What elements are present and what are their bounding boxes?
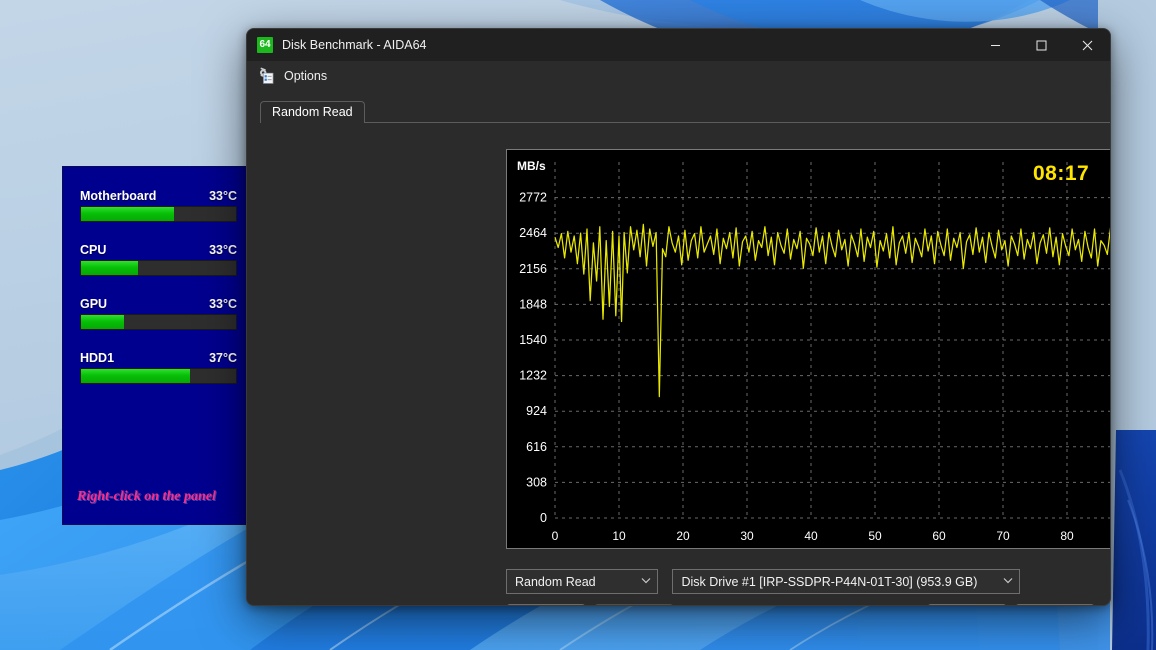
sensor-name: HDD1: [80, 351, 115, 365]
sensor-row: GPU 33°C: [80, 297, 237, 330]
start-button[interactable]: Start: [506, 604, 586, 605]
benchmark-mode-value: Random Read: [515, 574, 596, 589]
svg-text:20: 20: [676, 529, 690, 543]
chevron-down-icon: [1003, 576, 1013, 587]
sensor-bar-fill: [81, 261, 139, 275]
sensor-row: HDD1 37°C: [80, 351, 237, 384]
sensor-bar-fill: [81, 369, 190, 383]
sensor-bar-fill: [81, 315, 125, 329]
benchmark-chart: 0 308 616 924 1232 1540 1848 2156 2464 2772 0 10 20…: [506, 149, 1110, 549]
close-button[interactable]: [1064, 29, 1110, 61]
sensor-row: Motherboard 33°C: [80, 189, 237, 222]
sensor-value: 37°C: [209, 351, 237, 365]
sensor-bar: [80, 206, 237, 222]
svg-text:30: 30: [740, 529, 754, 543]
tab-random-read[interactable]: Random Read: [260, 101, 365, 123]
options-gear-icon: [257, 67, 275, 85]
svg-text:80: 80: [1060, 529, 1074, 543]
sensor-bar: [80, 260, 237, 276]
chevron-down-icon: [641, 576, 651, 587]
svg-text:0: 0: [540, 511, 547, 525]
window-titlebar[interactable]: 64 Disk Benchmark - AIDA64: [247, 29, 1110, 61]
svg-text:1232: 1232: [519, 369, 547, 383]
svg-text:616: 616: [526, 440, 547, 454]
sensor-bar: [80, 368, 237, 384]
sensor-name: GPU: [80, 297, 108, 311]
svg-text:50: 50: [868, 529, 882, 543]
maximize-button[interactable]: [1018, 29, 1064, 61]
sensor-value: 33°C: [209, 243, 237, 257]
svg-text:2464: 2464: [519, 226, 547, 240]
sensor-name: CPU: [80, 243, 107, 257]
minimize-button[interactable]: [972, 29, 1018, 61]
sensor-value: 33°C: [209, 297, 237, 311]
svg-text:1848: 1848: [519, 297, 547, 311]
stop-button[interactable]: Stop: [594, 604, 674, 605]
sensor-row: CPU 33°C: [80, 243, 237, 276]
disk-drive-select[interactable]: Disk Drive #1 [IRP-SSDPR-P44N-01T-30] (9…: [672, 569, 1021, 594]
tab-strip-line: [260, 122, 1110, 123]
options-toolbar[interactable]: Options: [247, 61, 1110, 91]
sensor-value: 33°C: [209, 189, 237, 203]
svg-text:10: 10: [612, 529, 626, 543]
options-label[interactable]: Options: [284, 69, 327, 83]
tab-strip: Random Read: [260, 101, 1110, 123]
svg-text:2772: 2772: [519, 191, 547, 205]
svg-text:0: 0: [552, 529, 559, 543]
benchmark-timer: 08:17: [1033, 162, 1090, 185]
benchmark-mode-select[interactable]: Random Read: [506, 569, 658, 594]
aida64-sensor-panel[interactable]: Motherboard 33°C CPU 33°C GPU 33°C HDD1 …: [63, 167, 250, 524]
disk-drive-value: Disk Drive #1 [IRP-SSDPR-P44N-01T-30] (9…: [681, 574, 978, 589]
bottom-controls: Random Read Disk Drive #1 [IRP-SSDPR-P44…: [506, 569, 1021, 594]
svg-text:2156: 2156: [519, 262, 547, 276]
sensor-bar-fill: [81, 207, 174, 221]
clear-button[interactable]: Clear: [1015, 604, 1095, 605]
aida64-app-icon: 64: [257, 37, 273, 53]
window-controls: [972, 29, 1110, 61]
svg-text:70: 70: [996, 529, 1010, 543]
window-title: Disk Benchmark - AIDA64: [282, 38, 427, 52]
save-button[interactable]: Save: [927, 604, 1007, 605]
svg-text:1540: 1540: [519, 333, 547, 347]
svg-text:924: 924: [526, 404, 547, 418]
svg-text:60: 60: [932, 529, 946, 543]
sensor-name: Motherboard: [80, 189, 157, 203]
panel-hint-text: Right-click on the panel: [77, 489, 216, 504]
svg-text:MB/s: MB/s: [517, 159, 546, 173]
svg-text:40: 40: [804, 529, 818, 543]
disk-benchmark-window: 64 Disk Benchmark - AIDA64 Options Rando…: [246, 28, 1111, 606]
svg-text:308: 308: [526, 475, 547, 489]
sensor-bar: [80, 314, 237, 330]
